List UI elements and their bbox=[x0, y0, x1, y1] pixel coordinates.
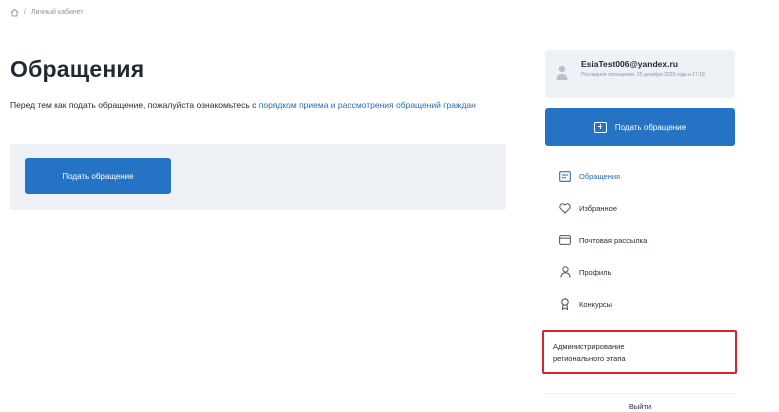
sidebar-item-label: Конкурсы bbox=[579, 299, 613, 309]
user-avatar-icon bbox=[555, 63, 569, 83]
sidebar-item-label: Почтовая рассылка bbox=[579, 235, 648, 245]
award-icon bbox=[559, 298, 571, 310]
submit-panel: Подать обращение bbox=[10, 144, 506, 210]
home-icon[interactable] bbox=[10, 8, 19, 17]
user-card: EsiaTest006@yandex.ru Последнее посещени… bbox=[545, 50, 735, 98]
sidebar-item-regional-admin[interactable]: Администрирование регионального этапа bbox=[542, 330, 737, 374]
rules-link[interactable]: порядком приема и рассмотрения обращений… bbox=[259, 100, 476, 110]
sidebar-item-label: Профиль bbox=[579, 267, 612, 277]
document-icon bbox=[559, 170, 571, 182]
sidebar-item-label: Избранное bbox=[579, 203, 618, 213]
add-appeal-icon bbox=[593, 121, 607, 133]
breadcrumb: / Личный кабинет bbox=[10, 8, 84, 17]
admin-label-line1: Администрирование bbox=[553, 342, 625, 351]
intro-text: Перед тем как подать обращение, пожалуйс… bbox=[10, 99, 510, 112]
user-email: EsiaTest006@yandex.ru bbox=[581, 59, 678, 69]
person-icon bbox=[559, 266, 571, 278]
submit-appeal-button[interactable]: Подать обращение bbox=[25, 158, 171, 194]
page-title: Обращения bbox=[10, 56, 145, 82]
sidebar-item-label: Обращения bbox=[579, 171, 621, 181]
sidebar-submit-label: Подать обращение bbox=[614, 122, 687, 132]
sidebar-menu: Обращения Избранное Почтовая рассылка Пр… bbox=[545, 160, 735, 320]
breadcrumb-separator: / bbox=[24, 9, 26, 16]
heart-icon bbox=[559, 202, 571, 214]
sidebar-item-favorites[interactable]: Избранное bbox=[545, 192, 735, 224]
logout-button[interactable]: Выйти bbox=[545, 393, 735, 412]
mail-icon bbox=[559, 234, 571, 246]
breadcrumb-current[interactable]: Личный кабинет bbox=[31, 9, 84, 16]
sidebar-item-contests[interactable]: Конкурсы bbox=[545, 288, 735, 320]
sidebar-item-mailing[interactable]: Почтовая рассылка bbox=[545, 224, 735, 256]
sidebar-submit-appeal-button[interactable]: Подать обращение bbox=[545, 108, 735, 146]
intro-text-body: Перед тем как подать обращение, пожалуйс… bbox=[10, 100, 259, 110]
admin-label-line2: регионального этапа bbox=[553, 354, 626, 363]
sidebar-item-appeals[interactable]: Обращения bbox=[545, 160, 735, 192]
last-login-text: Последнее посещение: 25 декабря 2020 год… bbox=[581, 72, 705, 78]
sidebar-item-profile[interactable]: Профиль bbox=[545, 256, 735, 288]
